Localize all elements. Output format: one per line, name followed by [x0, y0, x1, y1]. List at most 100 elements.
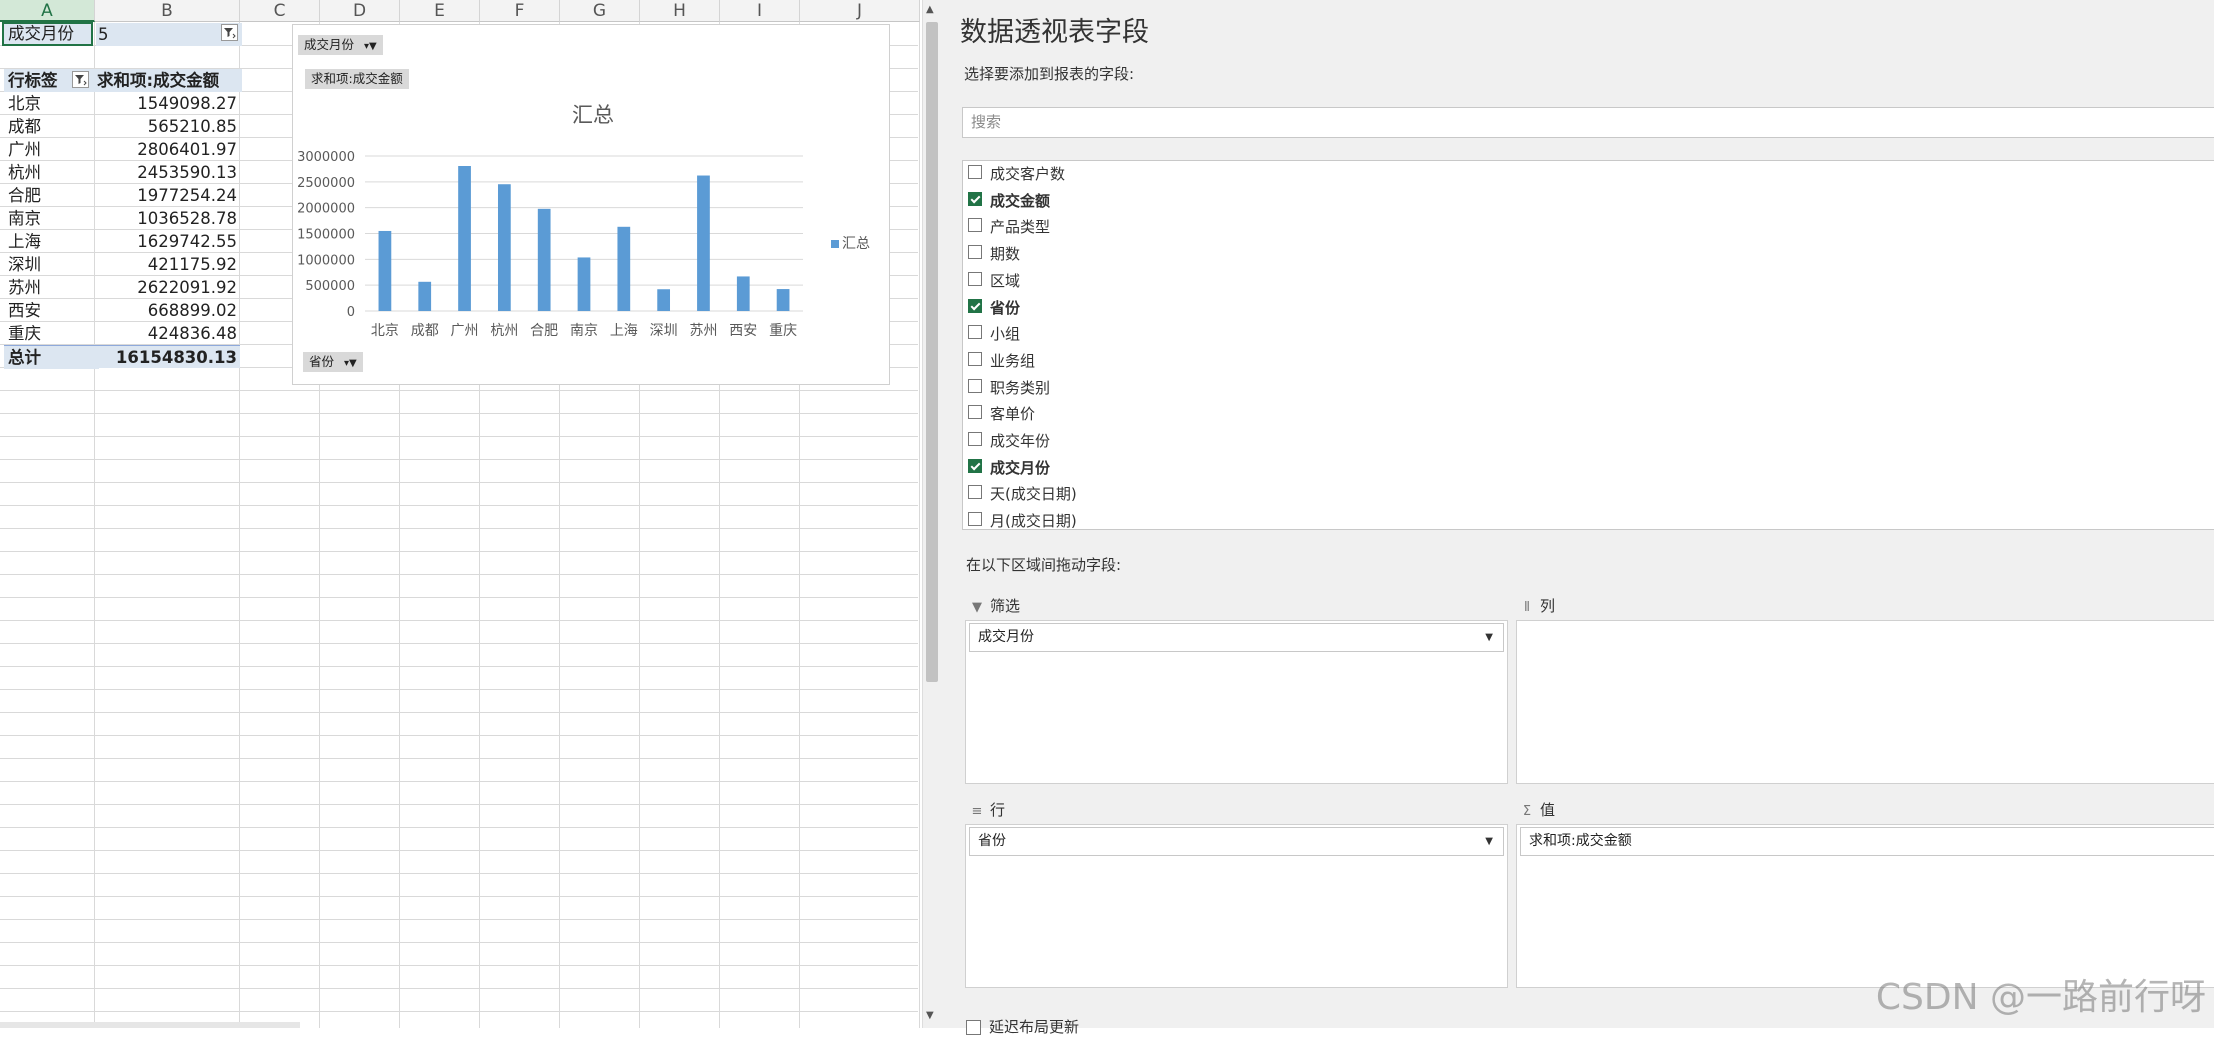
x-tick-label: 杭州 [490, 323, 518, 339]
column-header-e[interactable]: E [400, 0, 480, 22]
bar [497, 184, 511, 311]
pivot-row-value[interactable]: 1549098.27 [95, 92, 240, 115]
pivot-row-value[interactable]: 1036528.78 [95, 207, 240, 230]
filter-area-item[interactable]: 成交月份 ▼ [969, 623, 1504, 652]
column-header-c[interactable]: C [240, 0, 320, 22]
field-checkbox[interactable] [968, 485, 982, 500]
field-item[interactable]: 省份 [963, 295, 1563, 321]
search-input[interactable]: 搜索 [962, 107, 2214, 138]
pivot-row-value[interactable]: 2806401.97 [95, 138, 240, 161]
field-item[interactable]: 职务类别 [963, 375, 1563, 401]
columns-area[interactable] [1516, 620, 2214, 784]
pivot-row-label[interactable]: 合肥 [4, 184, 99, 207]
field-item[interactable]: 小组 [963, 321, 1563, 347]
pivot-row-label[interactable]: 北京 [4, 92, 99, 115]
column-header-f[interactable]: F [480, 0, 560, 22]
field-item[interactable]: 成交金额 [963, 188, 1563, 214]
bar [577, 257, 591, 311]
column-header-i[interactable]: I [720, 0, 800, 22]
field-checkbox[interactable] [968, 218, 982, 233]
pivot-row-value[interactable]: 424836.48 [95, 322, 240, 345]
field-label: 天(成交日期) [990, 485, 1077, 504]
pivot-row-label[interactable]: 南京 [4, 207, 99, 230]
pivot-row-value[interactable]: 1977254.24 [95, 184, 240, 207]
pivot-row-label[interactable]: 杭州 [4, 161, 99, 184]
field-checkbox[interactable] [968, 325, 982, 340]
chevron-down-icon[interactable]: ▼ [1485, 828, 1493, 855]
chevron-down-icon[interactable]: ▼ [1485, 624, 1493, 651]
pivot-chart[interactable]: 成交月份 ▾▼ 求和项:成交金额 汇总 3000000 2500000 2000000… [292, 24, 890, 385]
values-area[interactable]: 求和项:成交金额 [1516, 824, 2214, 988]
field-item[interactable]: 成交年份 [963, 428, 1563, 454]
pivot-row-label[interactable]: 广州 [4, 138, 99, 161]
scroll-down-icon[interactable]: ▼ [926, 1010, 934, 1021]
field-label: 成交年份 [990, 432, 1051, 450]
y-tick-label: 1000000 [297, 253, 355, 268]
column-gridline [919, 22, 920, 1028]
pivot-row-label[interactable]: 苏州 [4, 276, 99, 299]
field-item[interactable]: 期数 [963, 241, 1563, 267]
vertical-scrollbar[interactable]: ▲ ▼ [922, 0, 941, 1028]
defer-update-checkbox[interactable]: 延迟布局更新 [966, 1016, 1079, 1037]
field-checkbox[interactable] [968, 432, 982, 446]
pivot-row-value[interactable]: 421175.92 [95, 253, 240, 276]
row-labels-filter-button[interactable] [72, 71, 89, 88]
row-gridline [0, 919, 918, 920]
filter-dropdown-button[interactable] [221, 24, 238, 41]
bar [537, 208, 551, 311]
filter-icon: ▼ [972, 600, 982, 615]
pivot-row-value[interactable]: 2453590.13 [95, 161, 240, 184]
field-checkbox[interactable] [968, 271, 982, 286]
field-item[interactable]: 月(成交日期) [963, 508, 1563, 529]
column-header-a[interactable]: A [0, 0, 95, 22]
filter-field-cell[interactable]: 成交月份 [2, 22, 93, 46]
scrollbar-thumb[interactable] [926, 22, 938, 682]
pivot-row-label[interactable]: 深圳 [4, 253, 99, 276]
chart-axis-button[interactable]: 省份 ▾▼ [303, 352, 363, 372]
field-checkbox[interactable] [968, 512, 982, 527]
field-checkbox[interactable] [968, 351, 982, 366]
field-item[interactable]: 客单价 [963, 401, 1563, 427]
field-item[interactable]: 天(成交日期) [963, 481, 1563, 507]
values-area-item[interactable]: 求和项:成交金额 [1520, 827, 2214, 856]
pivot-row-value[interactable]: 2622091.92 [95, 276, 240, 299]
spreadsheet-grid[interactable]: ABCDEFGHIJ 成交月份 5 行标签 求和项:成交金额 北京 1549098… [0, 0, 926, 1028]
field-checkbox[interactable] [968, 458, 982, 473]
field-item[interactable]: 业务组 [963, 348, 1563, 374]
column-header-b[interactable]: B [95, 0, 240, 22]
field-item[interactable]: 产品类型 [963, 214, 1563, 240]
column-header-g[interactable]: G [560, 0, 640, 22]
field-checkbox[interactable] [968, 191, 982, 206]
column-header-h[interactable]: H [640, 0, 720, 22]
field-list[interactable]: 成交客户数 成交金额 产品类型 期数 区域 省份 小组 业务组 职务类别 客单价成交年份成交月份天… [962, 160, 2214, 530]
column-header-j[interactable]: J [800, 0, 920, 22]
field-checkbox[interactable] [968, 245, 982, 260]
row-gridline [0, 1011, 918, 1012]
row-gridline [0, 804, 918, 805]
field-checkbox[interactable] [968, 378, 982, 393]
scroll-up-icon[interactable]: ▲ [926, 4, 934, 15]
pivot-row-label[interactable]: 西安 [4, 299, 99, 322]
pivot-row-value[interactable]: 1629742.55 [95, 230, 240, 253]
pivot-row-label[interactable]: 重庆 [4, 322, 99, 345]
filter-area[interactable]: 成交月份 ▼ [965, 620, 1508, 784]
row-labels-text: 行标签 [8, 71, 58, 90]
filter-icon [75, 75, 87, 86]
pivot-row-label[interactable]: 上海 [4, 230, 99, 253]
rows-icon: ≡ [971, 804, 983, 819]
column-header-d[interactable]: D [320, 0, 400, 22]
field-checkbox[interactable] [968, 165, 982, 179]
pivot-row-value[interactable]: 565210.85 [95, 115, 240, 138]
field-item[interactable]: 区域 [963, 268, 1563, 294]
pivot-row-value[interactable]: 668899.02 [95, 299, 240, 322]
field-checkbox[interactable] [968, 405, 982, 420]
field-item[interactable]: 成交客户数 [963, 161, 1563, 187]
rows-area-item[interactable]: 省份 ▼ [969, 827, 1504, 856]
field-item[interactable]: 成交月份 [963, 455, 1563, 481]
total-value-text: 16154830.13 [115, 348, 237, 367]
pivot-row-label[interactable]: 成都 [4, 115, 99, 138]
field-checkbox[interactable] [968, 298, 982, 313]
x-tick-label: 南京 [570, 323, 598, 339]
rows-area[interactable]: 省份 ▼ [965, 824, 1508, 988]
row-gridline [0, 942, 918, 943]
